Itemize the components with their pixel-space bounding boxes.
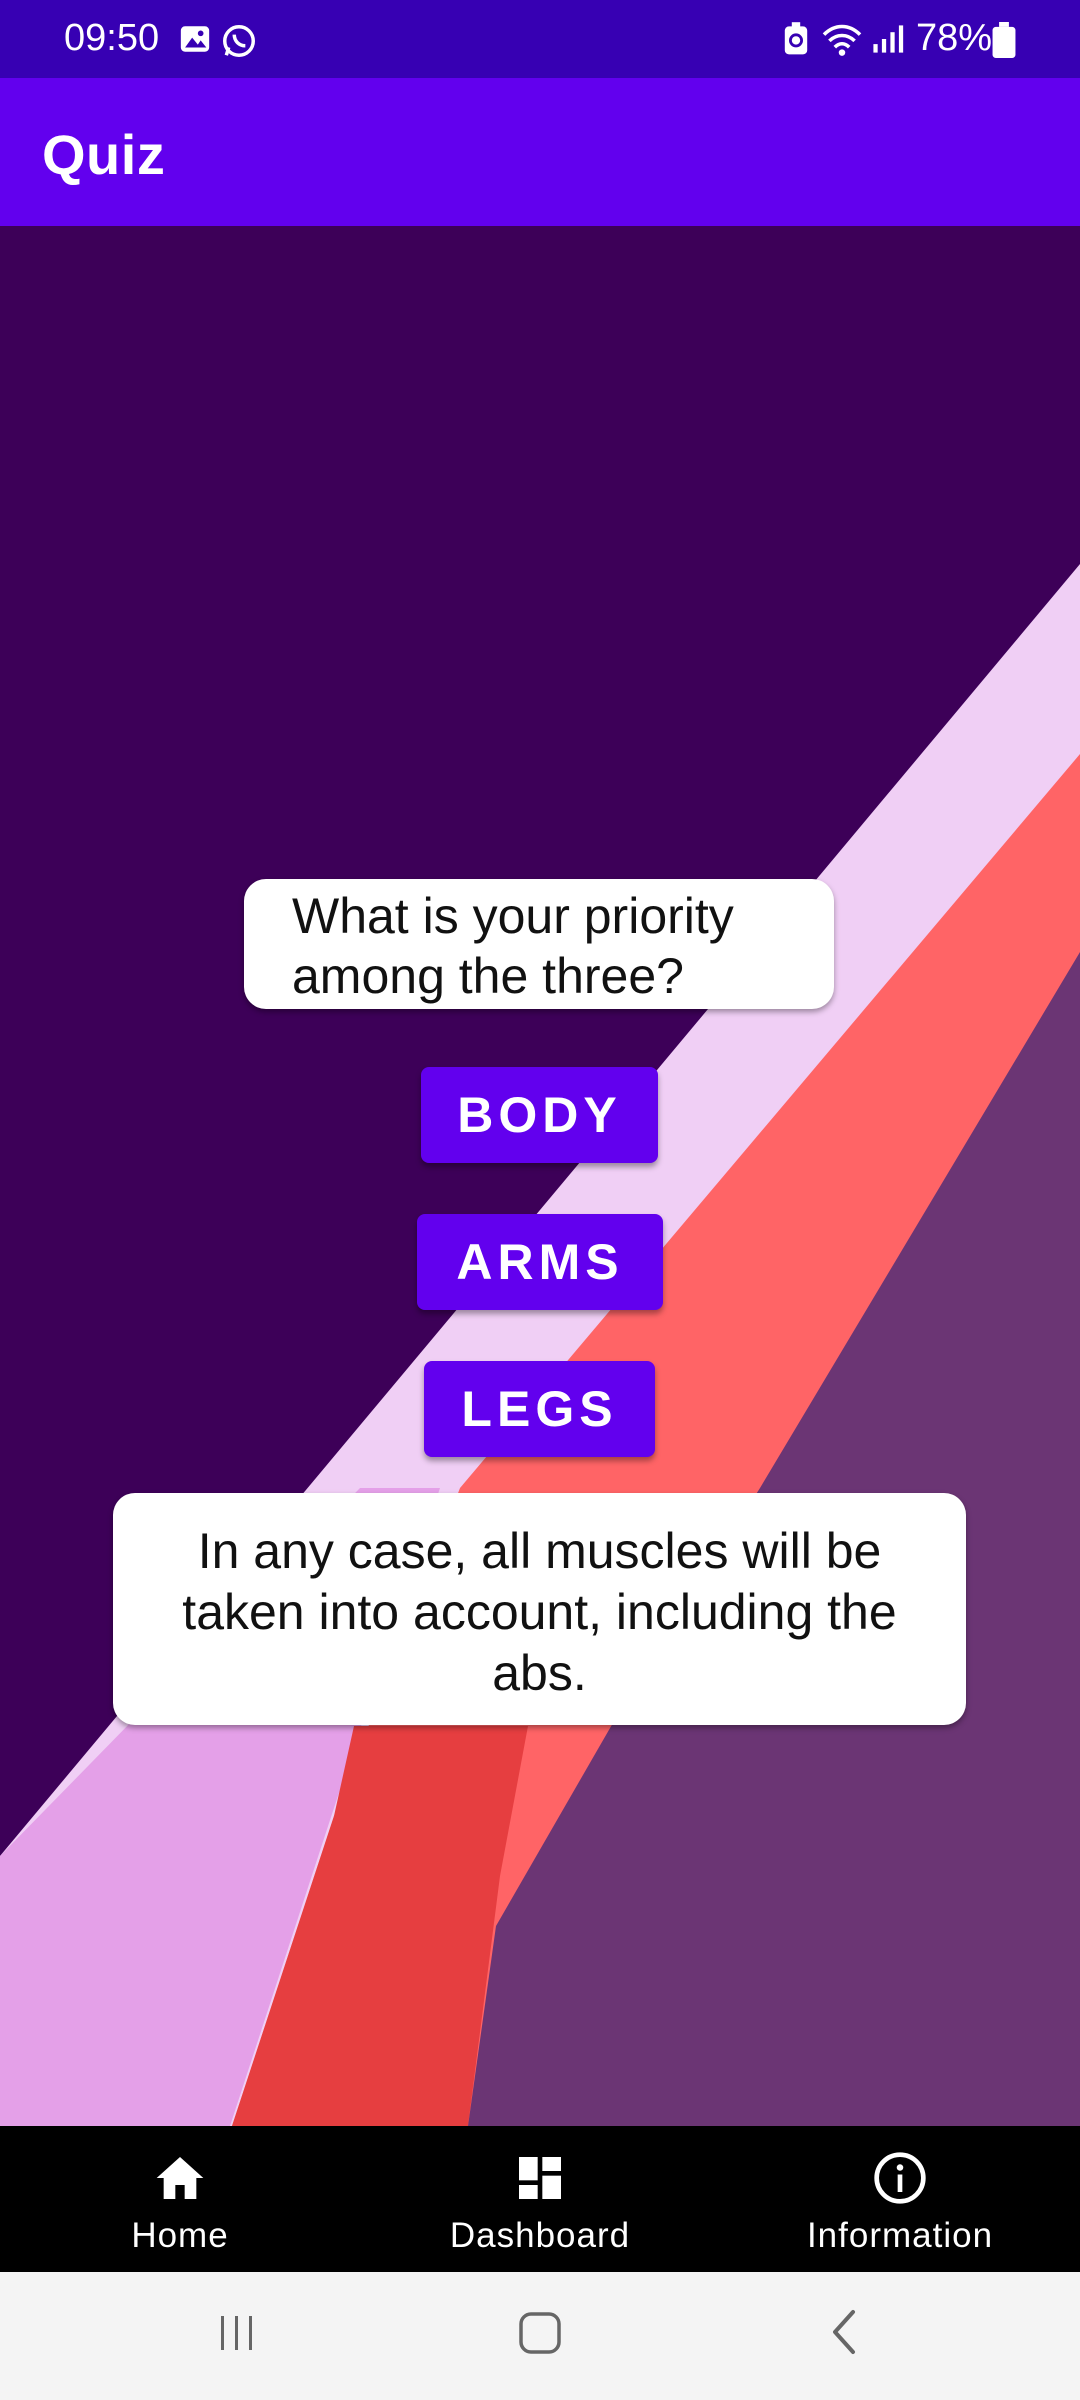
- system-navigation-bar: [0, 2272, 1080, 2400]
- nav-label-dashboard: Dashboard: [449, 2216, 631, 2255]
- status-time: 09:50: [64, 17, 160, 59]
- battery-percent: 78%: [916, 17, 993, 59]
- background-art: [0, 564, 1080, 2126]
- home-icon: [156, 2157, 204, 2199]
- wifi-icon: [822, 24, 862, 56]
- battery-icon: [992, 22, 1016, 58]
- battery-saver-icon: [784, 22, 808, 55]
- nav-item-information[interactable]: Information: [720, 2126, 1080, 2272]
- quiz-content: What is your priority among the three? B…: [0, 226, 1080, 2126]
- dashboard-icon: [519, 2157, 561, 2199]
- status-bar: 09:50 78%: [0, 0, 1080, 78]
- nav-label-home: Home: [131, 2216, 229, 2255]
- info-icon: [874, 2152, 926, 2204]
- signal-icon: [873, 25, 904, 53]
- nav-item-dashboard[interactable]: Dashboard: [360, 2126, 720, 2272]
- back-icon[interactable]: [823, 2308, 867, 2356]
- nav-label-information: Information: [806, 2216, 994, 2255]
- nav-item-home[interactable]: Home: [0, 2126, 360, 2272]
- whatsapp-icon: [223, 25, 255, 57]
- app-title: Quiz: [42, 123, 166, 186]
- app-bar: Quiz: [0, 78, 1080, 226]
- option-body-button[interactable]: BODY: [421, 1067, 658, 1163]
- image-icon: [180, 26, 210, 52]
- option-arms-button[interactable]: ARMS: [417, 1214, 663, 1310]
- option-legs-button[interactable]: LEGS: [424, 1361, 655, 1457]
- recents-icon[interactable]: [215, 2308, 259, 2356]
- bottom-navigation: Home Dashboard Information: [0, 2126, 1080, 2272]
- home-circle-icon[interactable]: [518, 2308, 562, 2356]
- question-text: What is your priority among the three?: [244, 879, 834, 1009]
- info-note: In any case, all muscles will be taken i…: [113, 1493, 966, 1725]
